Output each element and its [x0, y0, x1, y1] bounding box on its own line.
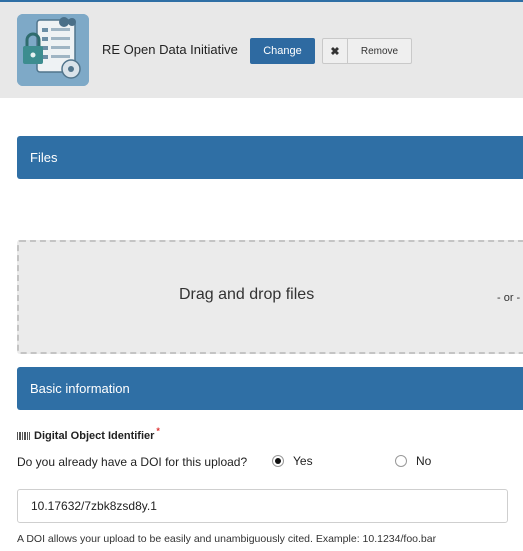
dropzone-text: Drag and drop files [179, 286, 315, 303]
change-community-button[interactable]: Change [250, 38, 315, 64]
required-marker: * [156, 426, 160, 436]
remove-button-label: Remove [360, 45, 399, 57]
doi-question: Do you already have a DOI for this uploa… [17, 455, 248, 469]
doi-input[interactable] [17, 489, 508, 523]
basic-information-section-header[interactable]: Basic information [17, 367, 523, 410]
doi-no-radio[interactable]: No [395, 454, 431, 468]
close-icon: ✖ [323, 39, 348, 63]
doi-label-text: Digital Object Identifier [34, 430, 155, 442]
community-logo [17, 14, 89, 86]
radio-unchecked-icon[interactable] [395, 455, 407, 467]
community-name: RE Open Data Initiative [102, 42, 238, 57]
doi-yes-radio[interactable]: Yes [272, 454, 313, 468]
community-header: RE Open Data Initiative Change ✖ Remove [0, 2, 523, 98]
remove-community-button[interactable]: ✖ Remove [322, 38, 412, 64]
doi-help-text: A DOI allows your upload to be easily an… [17, 533, 437, 545]
files-section-title: Files [30, 150, 58, 165]
barcode-icon [17, 432, 30, 440]
radio-checked-icon[interactable] [272, 455, 284, 467]
files-section-header[interactable]: Files [17, 136, 523, 179]
file-dropzone[interactable]: Drag and drop files - or - [17, 240, 523, 354]
doi-no-label: No [416, 454, 432, 468]
dropzone-or-text: - or - [497, 292, 521, 304]
basic-information-title: Basic information [30, 381, 130, 396]
doi-yes-label: Yes [293, 454, 313, 468]
doi-field-label: Digital Object Identifier * [17, 426, 160, 442]
